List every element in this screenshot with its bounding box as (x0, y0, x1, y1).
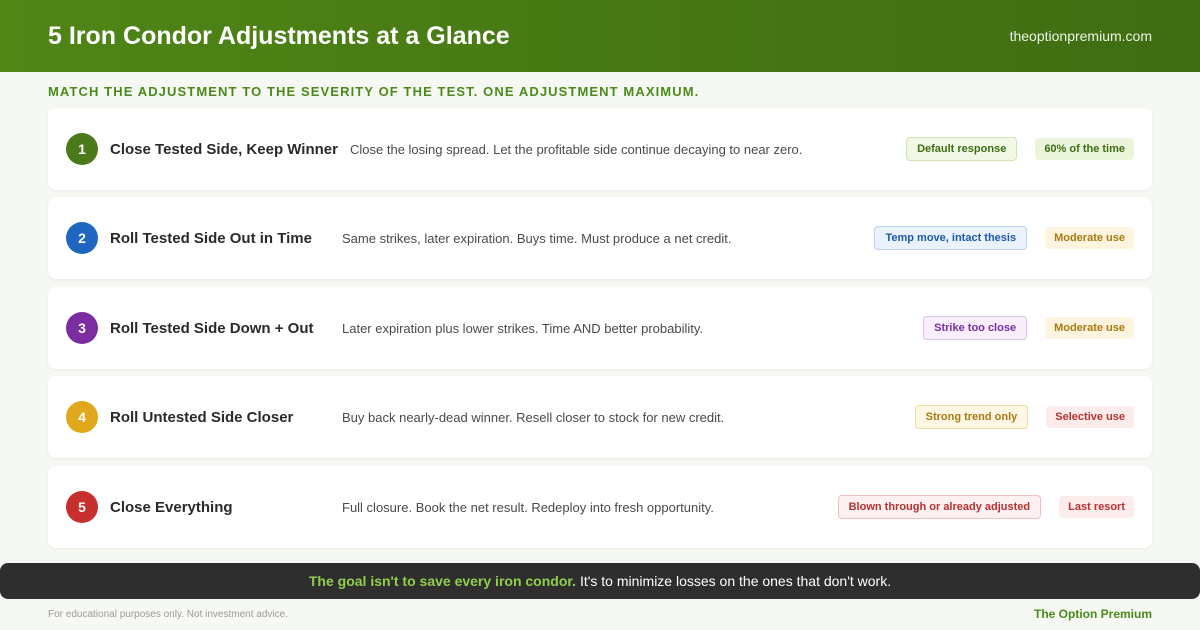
step-number-badge: 2 (66, 222, 98, 254)
adjustment-title: Roll Untested Side Closer (110, 408, 294, 426)
adjustment-card-3: 3 Roll Tested Side Down + Out Later expi… (48, 287, 1152, 369)
step-number-badge: 5 (66, 491, 98, 523)
site-url: theoptionpremium.com (1009, 28, 1152, 44)
trigger-badge: Strong trend only (914, 405, 1029, 429)
banner-text: It's to minimize losses on the ones that… (579, 573, 892, 589)
step-number-badge: 4 (66, 401, 98, 433)
adjustment-tags: Temp move, intact thesis Moderate use (874, 226, 1134, 250)
footer-brand: The Option Premium (1033, 607, 1152, 621)
trigger-badge: Default response (906, 137, 1018, 161)
frequency-badge: Moderate use (1045, 227, 1134, 249)
adjustment-description: Same strikes, later expiration. Buys tim… (342, 230, 732, 246)
adjustment-title: Roll Tested Side Out in Time (110, 229, 312, 247)
adjustment-card-5: 5 Close Everything Full closure. Book th… (48, 466, 1152, 548)
adjustment-description: Later expiration plus lower strikes. Tim… (342, 320, 704, 336)
banner-highlight: The goal isn't to save every iron condor… (308, 573, 576, 589)
frequency-badge: 60% of the time (1035, 138, 1134, 160)
adjustment-card-4: 4 Roll Untested Side Closer Buy back nea… (48, 376, 1152, 458)
page-subtitle: MATCH THE ADJUSTMENT TO THE SEVERITY OF … (48, 84, 700, 99)
trigger-badge: Temp move, intact thesis (874, 226, 1028, 250)
adjustment-tags: Strike too close Moderate use (923, 316, 1134, 340)
adjustment-description: Close the losing spread. Let the profita… (350, 141, 803, 157)
adjustment-card-1: 1 Close Tested Side, Keep Winner Close t… (48, 108, 1152, 190)
adjustment-title: Roll Tested Side Down + Out (110, 319, 314, 337)
page-title: 5 Iron Condor Adjustments at a Glance (48, 21, 510, 50)
takeaway-banner: The goal isn't to save every iron condor… (0, 563, 1200, 599)
adjustment-card-2: 2 Roll Tested Side Out in Time Same stri… (48, 197, 1152, 279)
adjustment-title: Close Everything (110, 498, 233, 516)
disclaimer: For educational purposes only. Not inves… (48, 609, 288, 620)
adjustment-tags: Default response 60% of the time (906, 137, 1134, 161)
adjustment-title: Close Tested Side, Keep Winner (110, 140, 338, 158)
adjustment-tags: Strong trend only Selective use (914, 405, 1134, 429)
frequency-badge: Last resort (1059, 496, 1134, 518)
adjustment-description: Full closure. Book the net result. Redep… (342, 499, 714, 515)
frequency-badge: Moderate use (1045, 317, 1134, 339)
frequency-badge: Selective use (1046, 406, 1134, 428)
trigger-badge: Strike too close (923, 316, 1028, 340)
adjustment-tags: Blown through or already adjusted Last r… (837, 495, 1134, 519)
trigger-badge: Blown through or already adjusted (837, 495, 1042, 519)
step-number-badge: 1 (66, 133, 98, 165)
adjustment-description: Buy back nearly-dead winner. Resell clos… (342, 409, 725, 425)
header-bar: 5 Iron Condor Adjustments at a Glance th… (0, 0, 1200, 72)
step-number-badge: 3 (66, 312, 98, 344)
